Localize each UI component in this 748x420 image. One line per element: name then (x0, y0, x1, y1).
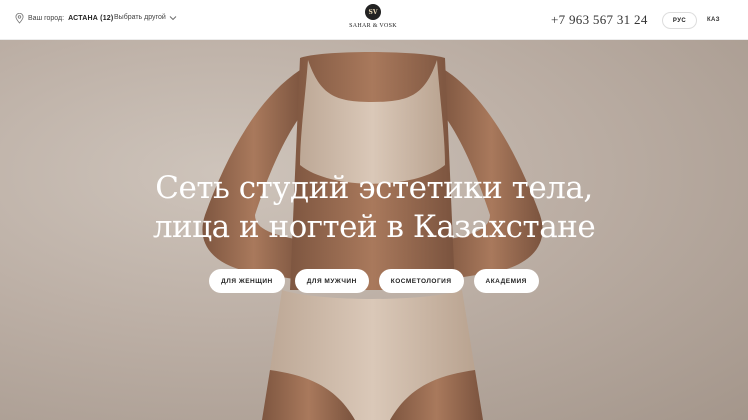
site-header: Ваш город: АСТАНА (12) Выбрать другой SV… (0, 0, 748, 40)
phone-link[interactable]: +7 963 567 31 24 (551, 12, 648, 28)
city-label: Ваш город: (28, 15, 65, 22)
hero-title-line-1: Сеть студий эстетики тела, (155, 170, 593, 206)
hero-title-line-2: лица и ногтей в Казахстане (152, 209, 596, 245)
lang-ru-button[interactable]: РУС (662, 12, 697, 29)
for-women-button[interactable]: ДЛЯ ЖЕНЩИН (209, 269, 285, 293)
hero-section: Сеть студий эстетики тела, лица и ногтей… (0, 40, 748, 420)
academy-button[interactable]: АКАДЕМИЯ (473, 269, 539, 293)
location-pin-icon (15, 13, 24, 24)
logo-emblem: SV (365, 4, 381, 20)
cosmetology-button[interactable]: КОСМЕТОЛОГИЯ (378, 269, 464, 293)
choose-city-label: Выбрать другой (114, 14, 166, 21)
logo-wordmark: SAHAR & VOSK (349, 23, 397, 29)
hero-title: Сеть студий эстетики тела, лица и ногтей… (0, 169, 748, 247)
lang-kz-button[interactable]: КАЗ (707, 17, 720, 23)
city-value: АСТАНА (12) (68, 15, 114, 22)
brand-logo[interactable]: SV SAHAR & VOSK (349, 4, 397, 36)
logo-monogram: SV (368, 8, 378, 16)
hero-category-buttons: ДЛЯ ЖЕНЩИН ДЛЯ МУЖЧИН КОСМЕТОЛОГИЯ АКАДЕ… (0, 269, 748, 293)
for-men-button[interactable]: ДЛЯ МУЖЧИН (294, 269, 369, 293)
chevron-down-icon (169, 15, 177, 20)
city-selector[interactable]: Ваш город: АСТАНА (12) (15, 13, 113, 24)
choose-city-dropdown[interactable]: Выбрать другой (114, 14, 177, 21)
